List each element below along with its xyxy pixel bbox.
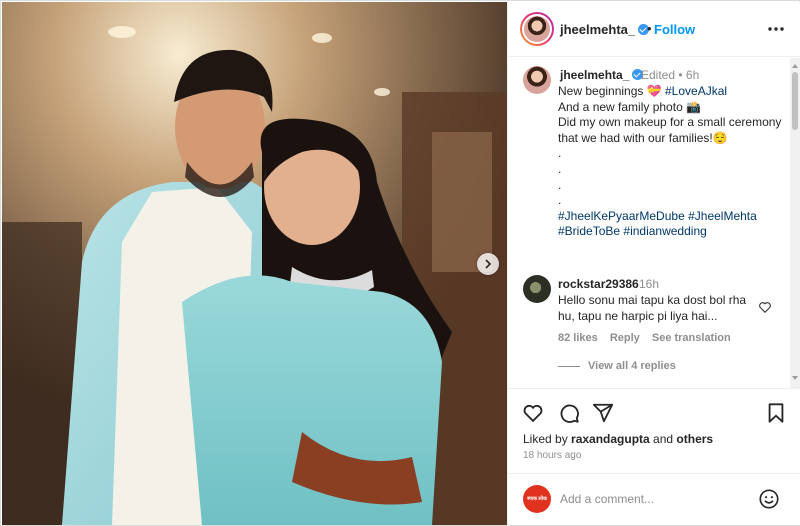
- comment-likes[interactable]: 82 likes: [558, 332, 598, 344]
- comment-heart-icon[interactable]: [758, 300, 772, 314]
- caption-edited-time: Edited • 6h: [641, 68, 700, 82]
- next-photo-button[interactable]: [477, 253, 499, 275]
- caption-line-1: New beginnings 💝: [558, 84, 665, 98]
- scroll-down-arrow-icon[interactable]: [792, 376, 798, 380]
- scroll-up-arrow-icon[interactable]: [792, 64, 798, 68]
- follow-button[interactable]: Follow: [654, 22, 695, 37]
- liked-by-and: and: [649, 432, 677, 446]
- replies-divider: [558, 365, 580, 367]
- hashtag-jheelkepyaarmedube[interactable]: #JheelKePyaarMeDube: [558, 209, 685, 223]
- hashtag-indianwedding[interactable]: #indianwedding: [623, 224, 706, 238]
- comment-icon[interactable]: [558, 402, 580, 424]
- post-header: jheelmehta_ • Follow: [508, 2, 800, 57]
- view-replies-label[interactable]: View all 4 replies: [588, 360, 676, 372]
- post-actions: Liked by raxandagupta and others 18 hour…: [508, 388, 800, 473]
- more-options-icon[interactable]: [766, 19, 786, 39]
- comment-text: Hello sonu mai tapu ka dost bol rha hu, …: [558, 293, 747, 323]
- hashtag-bridetobe[interactable]: #BrideToBe: [558, 224, 620, 238]
- post-photo[interactable]: [2, 2, 507, 525]
- caption-line-2: And a new family photo 📸: [558, 99, 702, 114]
- add-comment-bar: स्पाक लोक: [508, 473, 800, 525]
- post-dialog: jheelmehta_ • Follow jheelmehta_ Edited …: [0, 0, 800, 526]
- heart-icon[interactable]: [522, 402, 544, 424]
- hashtag-jheelmehta[interactable]: #JheelMehta: [688, 209, 757, 223]
- comment-actions: 82 likes Reply See translation: [558, 332, 740, 344]
- couple-photo: [2, 2, 507, 525]
- author-avatar[interactable]: [520, 12, 554, 46]
- caption-username[interactable]: jheelmehta_: [560, 68, 644, 82]
- hashtag-loveajkal[interactable]: #LoveAJkal: [665, 84, 727, 98]
- comments-section[interactable]: jheelmehta_ Edited • 6h New beginnings 💝…: [508, 58, 800, 388]
- liked-by-prefix: Liked by: [523, 432, 572, 446]
- comments-scrollbar[interactable]: [790, 58, 800, 388]
- comment-reply-button[interactable]: Reply: [610, 332, 640, 344]
- bookmark-icon[interactable]: [765, 402, 787, 424]
- liked-by-user[interactable]: raxandagupta: [571, 432, 650, 446]
- header-separator: •: [647, 21, 652, 36]
- caption-line-3: Did my own makeup for a small ceremony t…: [558, 115, 785, 145]
- commenter-avatar[interactable]: [523, 275, 551, 303]
- author-username-text[interactable]: jheelmehta_: [560, 22, 635, 37]
- see-translation-button[interactable]: See translation: [652, 332, 731, 344]
- caption-dots: . . . .: [558, 146, 562, 208]
- liked-by: Liked by raxandagupta and others: [523, 432, 713, 446]
- liked-by-others[interactable]: others: [676, 432, 713, 446]
- emoji-smile-icon[interactable]: [758, 488, 780, 510]
- chevron-right-icon: [485, 259, 492, 269]
- view-replies-button[interactable]: View all 4 replies: [558, 360, 676, 372]
- caption-username-text[interactable]: jheelmehta_: [560, 68, 629, 82]
- author-username[interactable]: jheelmehta_: [560, 22, 650, 37]
- share-icon[interactable]: [592, 402, 614, 424]
- commenter-username[interactable]: rockstar29386: [558, 277, 639, 291]
- scroll-thumb[interactable]: [792, 72, 798, 130]
- caption-author-avatar[interactable]: [523, 66, 551, 94]
- post-time[interactable]: 18 hours ago: [523, 450, 581, 461]
- post-side-panel: jheelmehta_ • Follow jheelmehta_ Edited …: [507, 2, 800, 525]
- caption-text: New beginnings 💝 #LoveAJkal And a new fa…: [558, 84, 783, 240]
- current-user-avatar[interactable]: स्पाक लोक: [523, 485, 551, 513]
- comment-time: 16h: [639, 277, 660, 291]
- comment-input[interactable]: [560, 488, 750, 510]
